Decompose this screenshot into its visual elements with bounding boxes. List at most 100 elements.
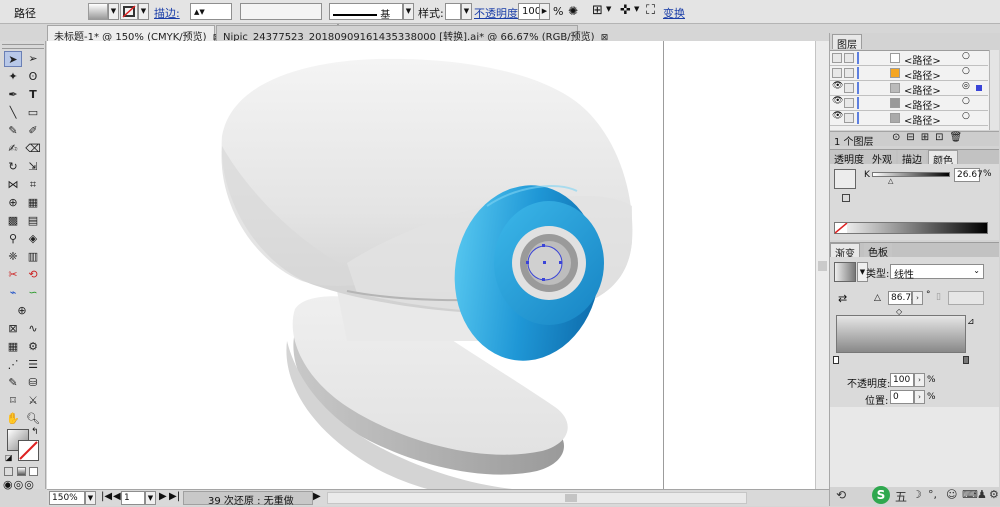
- scissors-tool-icon[interactable]: ✂: [4, 267, 22, 283]
- status-info[interactable]: 39 次还原 : 无重做: [183, 491, 313, 507]
- gradient-type-select[interactable]: 线性 ⌄: [890, 264, 984, 281]
- selection-indicator[interactable]: [976, 85, 982, 91]
- align-dropdown-icon[interactable]: ▼: [606, 5, 611, 13]
- blend-tool-icon[interactable]: ◈: [24, 231, 42, 247]
- hand-tool-icon[interactable]: ✋: [4, 411, 22, 427]
- smooth-tool-icon[interactable]: ∽: [24, 285, 42, 301]
- convert-anchor-tool-icon[interactable]: ⟲: [24, 267, 42, 283]
- tab-appearance[interactable]: 外观: [868, 150, 896, 166]
- ime-mode-label[interactable]: 五: [895, 488, 907, 505]
- opacity-arrow[interactable]: ▶: [539, 3, 550, 20]
- warp-tool-icon[interactable]: ⊠: [4, 321, 22, 337]
- gradient-angle-field[interactable]: 86.75: [888, 291, 917, 305]
- stroke-weight-field[interactable]: ▲▼: [190, 3, 232, 20]
- page-dropdown[interactable]: ▼: [145, 491, 156, 505]
- page-field[interactable]: 1: [121, 491, 145, 505]
- reverse-gradient-icon[interactable]: ⇄: [838, 292, 847, 305]
- lock-toggle[interactable]: [844, 53, 854, 63]
- tab-stroke[interactable]: 描边: [898, 150, 926, 166]
- stroke-dropdown[interactable]: ▼: [138, 3, 149, 20]
- eyedropper-tool-icon[interactable]: ⚲: [4, 231, 22, 247]
- stroke-color-swatch[interactable]: [18, 440, 39, 461]
- recolor-icon[interactable]: ✺: [568, 4, 578, 18]
- tab-document-2[interactable]: Nipic_24377523_20180909161435338000 [转换]…: [216, 25, 608, 43]
- paintbrush-tool-icon[interactable]: ✎: [4, 123, 22, 139]
- layer-row[interactable]: <路径> ○: [830, 51, 988, 67]
- lock-toggle[interactable]: [844, 68, 854, 78]
- fill-swatch[interactable]: [88, 3, 108, 20]
- tab-transparency[interactable]: 透明度: [830, 150, 868, 166]
- add-anchor-tool-icon[interactable]: ⌁: [4, 285, 22, 301]
- gradient-mode-icon[interactable]: [16, 467, 26, 476]
- tools-grip[interactable]: [2, 44, 44, 49]
- rotate-tool-icon[interactable]: ↻: [4, 159, 22, 175]
- k-slider[interactable]: [872, 172, 950, 177]
- tab-swatches[interactable]: 色板: [864, 243, 892, 259]
- color-fill-swatch[interactable]: [834, 169, 856, 189]
- k-slider-thumb[interactable]: △: [888, 177, 893, 185]
- lock-toggle[interactable]: [844, 83, 854, 93]
- gradient-opacity-dropdown[interactable]: ›: [914, 373, 925, 387]
- tab-color[interactable]: 颜色: [928, 150, 958, 167]
- tab-layers[interactable]: 图层: [832, 34, 862, 51]
- gradient-opacity-field[interactable]: 100: [890, 373, 914, 387]
- wrinkle-tool-icon[interactable]: ☰: [24, 357, 42, 373]
- first-page-icon[interactable]: |◀: [101, 491, 112, 502]
- zoom-field[interactable]: 150%: [49, 491, 85, 505]
- color-stroke-swatch[interactable]: [842, 194, 850, 202]
- direct-selection-tool-icon[interactable]: ➢: [24, 51, 42, 67]
- layer-row[interactable]: 👁︎ <路径> ◎: [830, 81, 988, 97]
- live-paint-tool-icon[interactable]: ✎: [4, 375, 22, 391]
- transform-link[interactable]: 变换: [663, 5, 685, 21]
- magic-wand-tool-icon[interactable]: ✦: [4, 69, 22, 85]
- eye-icon[interactable]: 👁︎: [832, 81, 843, 91]
- variable-width-field[interactable]: [240, 3, 322, 20]
- punctuation-icon[interactable]: °,: [928, 488, 937, 501]
- stroke-swatch[interactable]: [120, 3, 138, 20]
- column-graph-tool-icon[interactable]: ▥: [24, 249, 42, 265]
- gradient-ramp[interactable]: [836, 315, 966, 353]
- opacity-link[interactable]: 不透明度:: [474, 5, 522, 21]
- slice-tool-icon[interactable]: ▦: [4, 339, 22, 355]
- eraser-tool-icon[interactable]: ⌫: [24, 141, 42, 157]
- target-icon[interactable]: ○: [962, 66, 970, 76]
- vertical-scrollbar[interactable]: [815, 41, 829, 489]
- user-icon[interactable]: ♟: [977, 488, 987, 501]
- last-page-icon[interactable]: ▶|: [169, 491, 180, 502]
- crystallize-tool-icon[interactable]: ⋰: [4, 357, 22, 373]
- layer-action-icons[interactable]: ⊙⊟⊞⊡🗑︎: [892, 132, 968, 143]
- layer-row[interactable]: 👁︎ <路径> ○: [830, 111, 988, 127]
- swap-fill-stroke-icon[interactable]: ↰: [31, 427, 39, 437]
- shape-builder-tool-icon[interactable]: ⊕: [4, 195, 22, 211]
- webcam-artwork[interactable]: [47, 41, 829, 489]
- color-mode-icon[interactable]: [4, 467, 13, 476]
- perspective-grid-tool-icon[interactable]: ▦: [24, 195, 42, 211]
- target-icon[interactable]: ○: [962, 96, 970, 106]
- gradient-tool-icon[interactable]: ▤: [24, 213, 42, 229]
- aspect-ratio-field[interactable]: [948, 291, 984, 305]
- rectangle-tool-icon[interactable]: ▭: [24, 105, 42, 121]
- gradient-stop-start[interactable]: [833, 356, 839, 364]
- keyboard-icon[interactable]: ⌨: [962, 488, 978, 501]
- tab-document-1[interactable]: 未标题-1* @ 150% (CMYK/预览) ⊠: [47, 25, 220, 43]
- zoom-dropdown[interactable]: ▼: [85, 491, 96, 505]
- gradient-preview-swatch[interactable]: [834, 262, 856, 282]
- layer-row[interactable]: <路径> ○: [830, 66, 988, 82]
- artboard-canvas[interactable]: [47, 41, 829, 489]
- align-icon[interactable]: ⊞: [592, 3, 603, 18]
- line-tool-icon[interactable]: ╲: [4, 105, 22, 121]
- stroke-profile-dropdown[interactable]: ▼: [403, 3, 414, 20]
- moon-icon[interactable]: ☽: [912, 488, 922, 501]
- drawing-mode-icons[interactable]: ◉◎◎: [3, 478, 35, 491]
- mesh-tool-icon[interactable]: ▩: [4, 213, 22, 229]
- zoom-tool-icon[interactable]: 🔍︎: [24, 411, 42, 427]
- expand-icon[interactable]: ⛶: [646, 3, 655, 18]
- blob-brush-tool-icon[interactable]: ✍: [4, 141, 22, 157]
- target-icon[interactable]: ◎: [962, 81, 970, 91]
- lock-toggle[interactable]: [844, 113, 854, 123]
- scallop-tool-icon[interactable]: ⚙: [24, 339, 42, 355]
- stroke-link[interactable]: 描边:: [154, 5, 180, 21]
- live-paint-selection-tool-icon[interactable]: ⛁: [24, 375, 42, 391]
- vertical-scrollbar-thumb[interactable]: [818, 261, 827, 271]
- target-icon[interactable]: ○: [962, 111, 970, 121]
